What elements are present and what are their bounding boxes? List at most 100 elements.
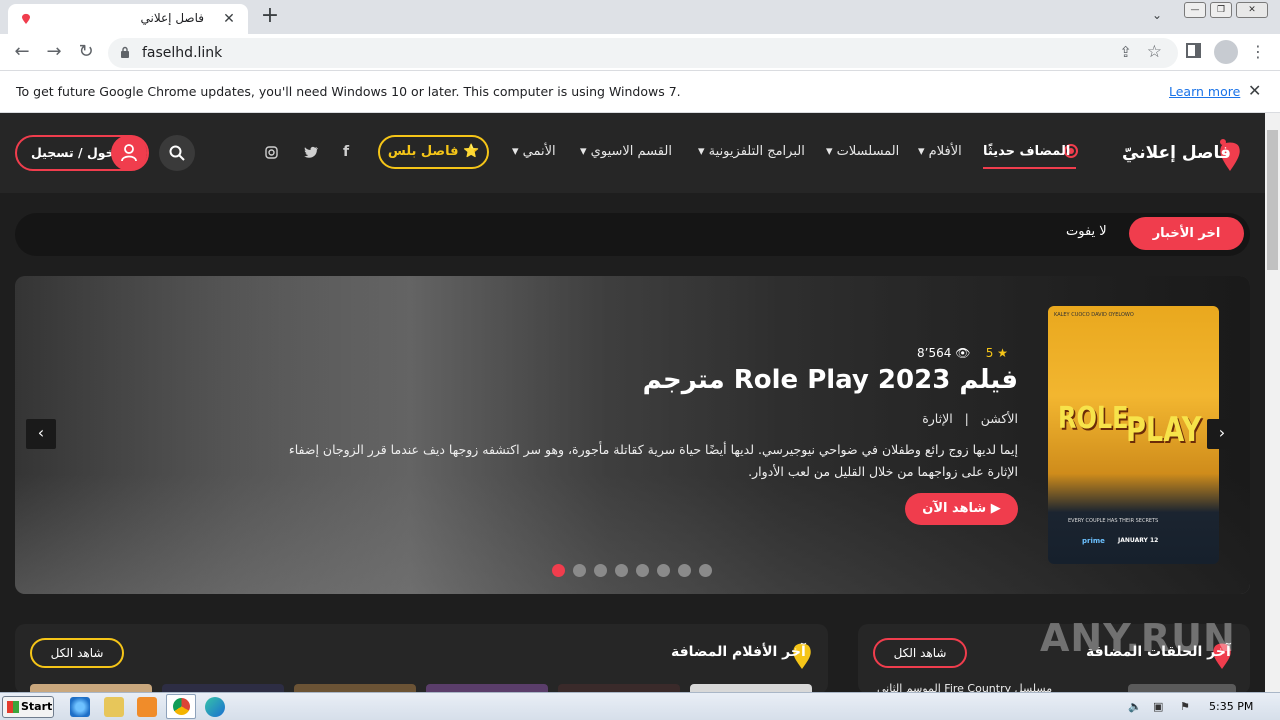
episode-item-title[interactable]: مسلسل Fire Country الموسم الثاني — [877, 682, 1052, 692]
poster-brand: prime — [1082, 537, 1105, 545]
windows-taskbar: Start 🔈 ▣ ⚑ 5:35 PM — [0, 692, 1280, 720]
nav-series[interactable]: المسلسلات ▾ — [826, 144, 899, 159]
restore-button[interactable]: ❐ — [1210, 2, 1232, 18]
rating-value: 5 — [985, 346, 994, 360]
tab-title: فاصل إعلاني — [140, 11, 204, 25]
forward-arrow-icon[interactable]: → — [43, 42, 65, 64]
poster-title-word2: PLAY — [1126, 410, 1202, 450]
back-arrow-icon[interactable]: ← — [11, 42, 33, 64]
site-logo-text[interactable]: فاصل إعلانيّ — [1122, 143, 1231, 163]
nav-anime[interactable]: الأنمي ▾ — [512, 144, 556, 159]
slider-dot[interactable] — [594, 564, 607, 577]
search-icon — [169, 145, 185, 161]
movie-thumb[interactable] — [162, 684, 284, 692]
explorer-folder-icon[interactable] — [104, 697, 124, 717]
movie-thumb[interactable] — [294, 684, 416, 692]
nav-movies[interactable]: الأفلام ▾ — [918, 144, 962, 159]
episodes-see-all-button[interactable]: شاهد الكل — [873, 638, 967, 668]
latest-news-badge[interactable]: اخر الأخبار — [1129, 217, 1244, 250]
infobar-close-icon[interactable]: ✕ — [1248, 81, 1261, 100]
facebook-icon[interactable]: f — [343, 144, 349, 160]
close-window-button[interactable]: ✕ — [1236, 2, 1268, 18]
slider-dot[interactable] — [636, 564, 649, 577]
movies-see-all-button[interactable]: شاهد الكل — [30, 638, 124, 668]
movie-thumb[interactable] — [30, 684, 152, 692]
nav-recent[interactable]: المضاف حديثًا — [983, 144, 1070, 159]
user-icon — [111, 135, 147, 171]
nav-asian-label: القسم الاسيوي — [590, 144, 672, 159]
media-player-icon[interactable] — [137, 697, 157, 717]
kebab-menu-icon[interactable]: ⋮ — [1250, 42, 1266, 62]
slider-dot[interactable] — [573, 564, 586, 577]
twitter-icon[interactable] — [304, 146, 319, 159]
ie-icon[interactable] — [70, 697, 90, 717]
movie-meta: 8’564 👁 5 ★ — [917, 346, 1008, 360]
taskbar-clock[interactable]: 5:35 PM — [1209, 700, 1253, 713]
update-infobar: To get future Google Chrome updates, you… — [0, 71, 1280, 113]
instagram-icon[interactable] — [265, 146, 278, 159]
genre-separator: | — [956, 411, 977, 426]
ticker-text[interactable]: لا يفوت — [1066, 224, 1107, 239]
genre-action[interactable]: الأكشن — [981, 411, 1018, 426]
featured-slider: KALEY CUOCO DAVID OYELOWO ROLE PLAY EVER… — [15, 276, 1250, 594]
nav-asian[interactable]: القسم الاسيوي ▾ — [580, 144, 672, 159]
search-button[interactable] — [159, 135, 195, 171]
login-register-button[interactable]: دخول / تسجيل — [15, 135, 149, 171]
url-text[interactable]: faselhd.link — [142, 45, 222, 61]
watch-now-button[interactable]: ▶ شاهد الآن — [905, 493, 1018, 525]
site-header: فاصل إعلانيّ المضاف حديثًا الأفلام ▾ الم… — [0, 113, 1265, 193]
slider-next-arrow-icon[interactable]: › — [1207, 419, 1237, 449]
browser-toolbar: ← → ↻ faselhd.link ⇪ ☆ ⋮ — [0, 34, 1280, 71]
movie-thumb[interactable] — [690, 684, 812, 692]
reload-icon[interactable]: ↻ — [75, 42, 97, 64]
learn-more-link[interactable]: Learn more — [1169, 84, 1240, 99]
volume-icon[interactable]: 🔈 — [1128, 700, 1142, 713]
anyrun-watermark: ANY.RUN — [1040, 616, 1236, 660]
play-icon: ▶ — [990, 501, 1001, 516]
movie-thumb[interactable] — [426, 684, 548, 692]
fasel-plus-button[interactable]: ⭐ فاصل بلس — [378, 135, 489, 169]
network-icon[interactable]: ▣ — [1153, 700, 1163, 713]
slider-dot[interactable] — [552, 564, 565, 577]
nav-tv[interactable]: البرامج التلفزيونية ▾ — [698, 144, 805, 159]
slider-dot[interactable] — [657, 564, 670, 577]
poster-actors: KALEY CUOCO DAVID OYELOWO — [1054, 312, 1134, 318]
address-bar[interactable]: faselhd.link ⇪ ☆ — [108, 38, 1178, 68]
news-ticker — [15, 213, 1250, 256]
movie-genres: الأكشن | الإثارة — [900, 411, 1018, 426]
featured-movie-title[interactable]: فيلم Role Play 2023 مترجم — [643, 365, 1018, 395]
slider-prev-arrow-icon[interactable]: ‹ — [26, 419, 56, 449]
browser-tab[interactable]: فاصل إعلاني ✕ — [8, 4, 248, 34]
chrome-taskbar-button[interactable] — [166, 694, 196, 719]
start-button[interactable]: Start — [2, 696, 54, 718]
movie-description: إيما لديها زوج رائع وطفلان في ضواحي نيوج… — [288, 442, 1018, 479]
poster-date: JANUARY 12 — [1118, 537, 1159, 544]
minimize-button[interactable]: — — [1184, 2, 1206, 18]
chrome-icon — [173, 698, 190, 715]
scrollbar-thumb[interactable] — [1267, 130, 1278, 270]
lock-icon[interactable] — [120, 46, 130, 59]
slider-dot[interactable] — [678, 564, 691, 577]
nav-anime-label: الأنمي — [522, 144, 556, 159]
bookmark-star-icon[interactable]: ☆ — [1147, 42, 1162, 62]
movie-poster[interactable]: KALEY CUOCO DAVID OYELOWO ROLE PLAY EVER… — [1048, 306, 1219, 564]
new-tab-button[interactable]: + — [258, 5, 282, 29]
episode-thumb[interactable] — [1128, 684, 1236, 692]
genre-thriller[interactable]: الإثارة — [922, 411, 952, 426]
chevron-down-icon: ▾ — [698, 144, 705, 159]
side-panel-icon[interactable] — [1186, 43, 1201, 58]
tab-strip: فاصل إعلاني ✕ + ⌄ — ❐ ✕ — [0, 0, 1280, 34]
poster-tagline: EVERY COUPLE HAS THEIR SECRETS — [1068, 518, 1159, 524]
tab-close-icon[interactable]: ✕ — [220, 10, 238, 28]
movie-thumb[interactable] — [558, 684, 680, 692]
tab-search-chevron-icon[interactable]: ⌄ — [1152, 8, 1162, 22]
web-page: فاصل إعلانيّ المضاف حديثًا الأفلام ▾ الم… — [0, 113, 1265, 692]
profile-avatar[interactable] — [1214, 40, 1238, 64]
edge-icon[interactable] — [205, 697, 225, 717]
chevron-down-icon: ▾ — [512, 144, 519, 159]
slider-dot[interactable] — [699, 564, 712, 577]
flag-icon[interactable]: ⚑ — [1180, 700, 1190, 713]
poster-title-word1: ROLE — [1058, 401, 1129, 436]
share-icon[interactable]: ⇪ — [1119, 43, 1132, 61]
slider-dot[interactable] — [615, 564, 628, 577]
